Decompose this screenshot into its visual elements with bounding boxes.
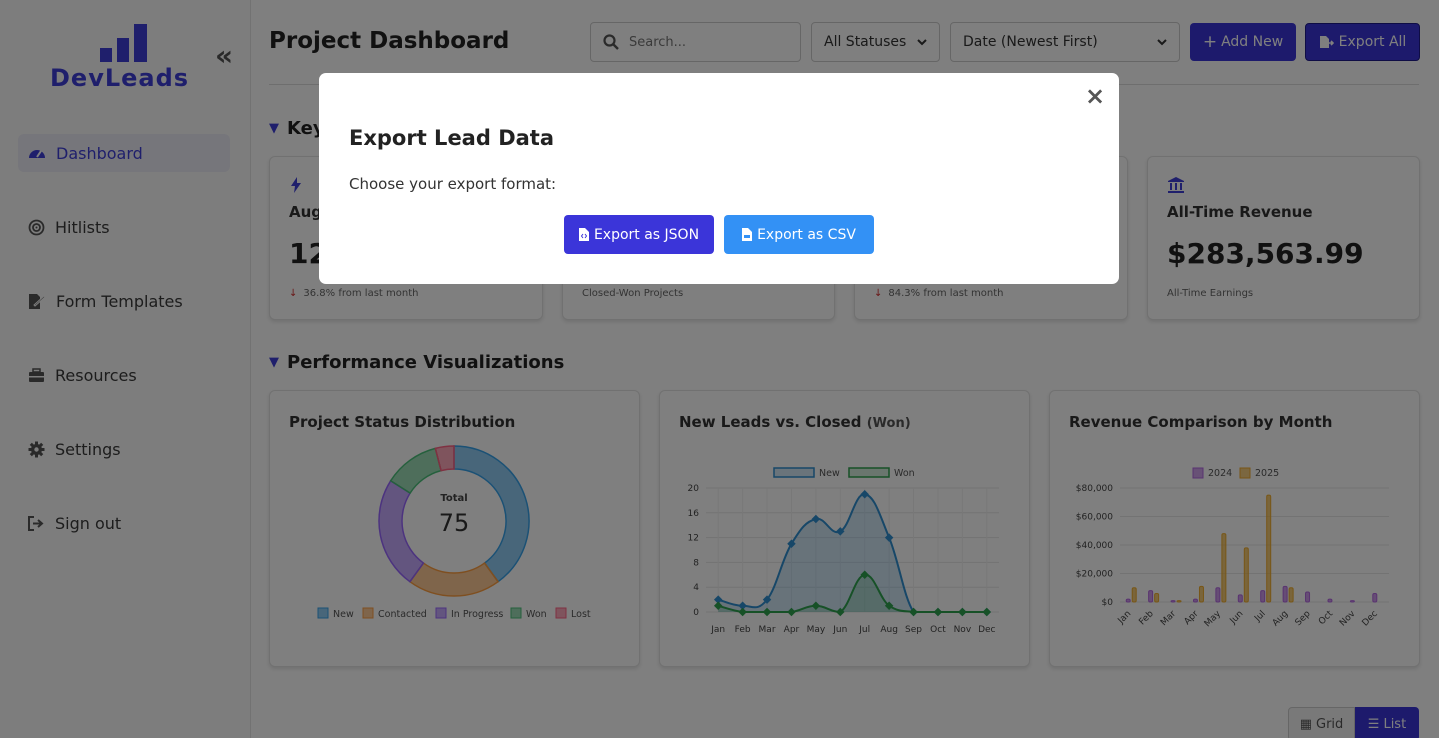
modal-text: Choose your export format: [349,175,557,193]
file-csv-icon [742,228,753,241]
export-csv-button[interactable]: Export as CSV [724,215,874,254]
modal-title: Export Lead Data [349,126,555,150]
export-json-button[interactable]: Export as JSON [564,215,714,254]
close-icon[interactable]: × [1085,82,1105,110]
export-json-label: Export as JSON [593,226,700,243]
export-modal: × Export Lead Data Choose your export fo… [319,73,1119,284]
file-code-icon [578,228,589,241]
export-csv-label: Export as CSV [757,226,856,243]
